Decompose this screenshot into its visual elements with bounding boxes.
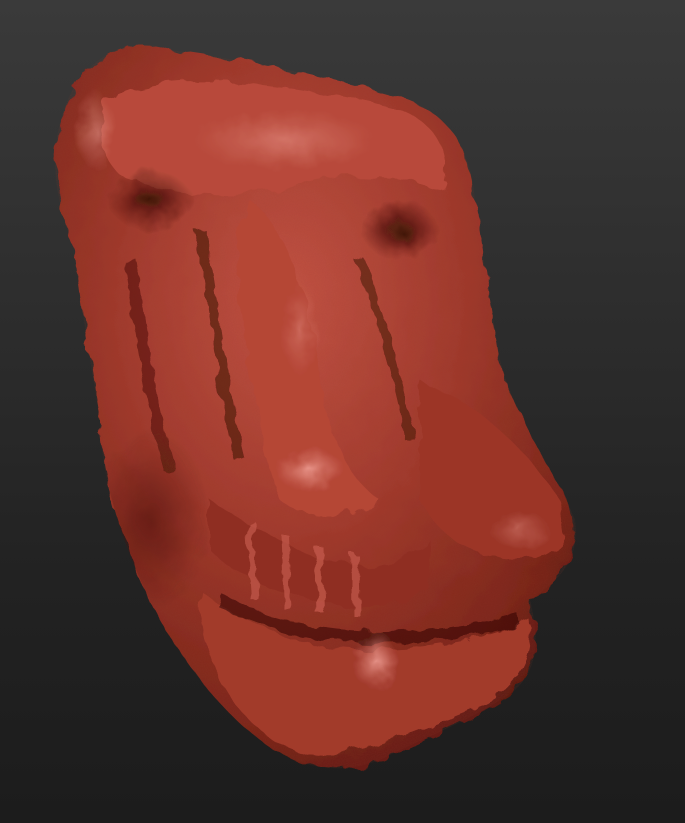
left-eye-socket [108, 170, 192, 230]
snout-highlight [276, 448, 344, 492]
right-eye-socket [362, 200, 438, 260]
sculpted-skull-model[interactable] [0, 0, 685, 823]
sculpt-viewport[interactable] [0, 0, 685, 823]
